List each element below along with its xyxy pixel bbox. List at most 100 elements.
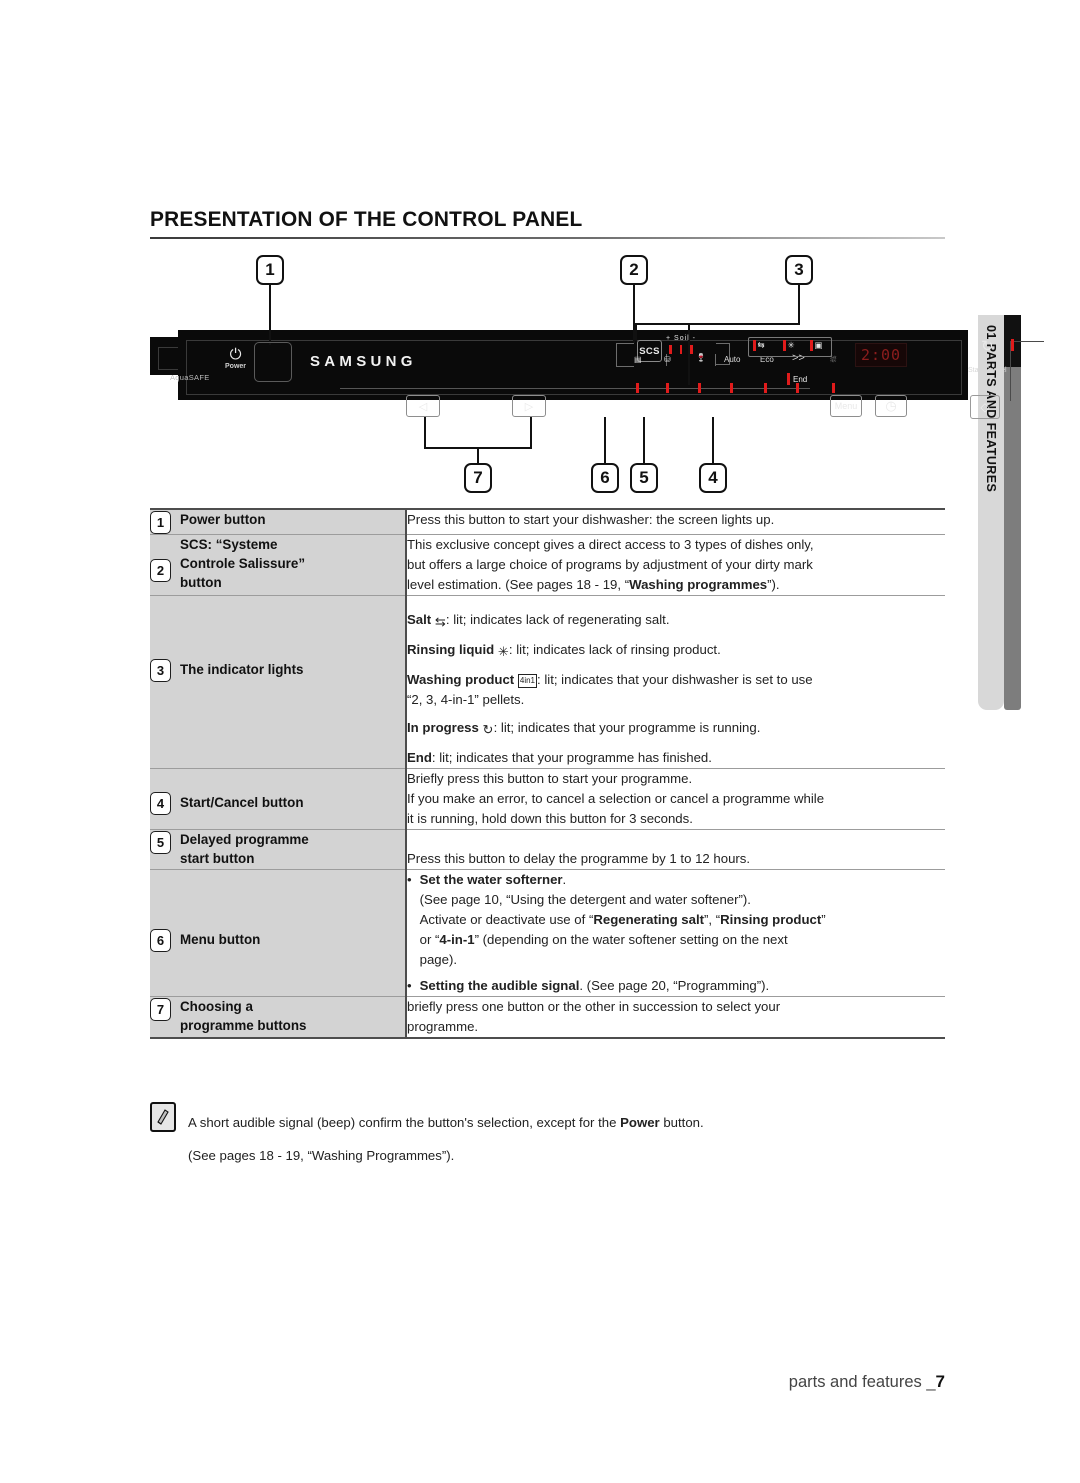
footer-label: parts and features _ <box>788 1373 936 1391</box>
legend-label-cell: 5 Delayed programme start button <box>150 829 407 870</box>
leader-line-5 <box>643 417 645 463</box>
note-icon <box>150 1102 176 1132</box>
leader-line-1 <box>269 285 271 345</box>
start-cancel-label: Start/Cancel <box>968 367 1007 374</box>
desc-emphasis: Salt <box>407 612 432 627</box>
desc-emphasis: End <box>407 750 432 765</box>
desc-line: Set the water softerner. <box>420 870 826 889</box>
table-row: 3 The indicator lights Salt ⇆: lit; indi… <box>150 595 945 769</box>
leader-line-7a <box>424 417 426 447</box>
desc-text: Activate or deactivate use of “ <box>419 912 594 927</box>
delay-start-button[interactable]: ◷ <box>875 395 907 417</box>
row-number-badge: 6 <box>150 929 171 952</box>
row-label-line1: SCS: “Systeme <box>180 537 278 552</box>
row-label: Delayed programme start button <box>180 830 309 868</box>
desc-emphasis: 4-in-1 <box>439 932 475 947</box>
page-header: PRESENTATION OF THE CONTROL PANEL <box>150 208 945 239</box>
row-number-badge: 5 <box>150 831 171 854</box>
note-line-2: (See pages 18 - 19, “Washing Programmes”… <box>188 1148 455 1164</box>
programme-prev-button[interactable]: ◁ <box>406 395 440 417</box>
table-row: 4 Start/Cancel button Briefly press this… <box>150 768 945 830</box>
programme-next-button[interactable]: ▷ <box>512 395 546 417</box>
desc-line: If you make an error, to cancel a select… <box>407 791 825 806</box>
start-cancel-indicator: ↻ Start/Cancel <box>968 337 1014 374</box>
desc-line: Activate or deactivate use of “Regenerat… <box>420 910 826 929</box>
row-number-badge: 4 <box>150 792 171 815</box>
desc-line: but offers a large choice of programs by… <box>407 557 813 572</box>
row-label: Menu button <box>180 932 261 947</box>
note-text: A short audible signal (beep) confirm th… <box>188 1100 704 1179</box>
desc-line: “2, 3, 4-in-1” pellets. <box>407 692 525 707</box>
legend-desc-cell: Salt ⇆: lit; indicates lack of regenerat… <box>406 595 945 769</box>
leader-line-7c <box>477 447 479 463</box>
in-progress-icon: ↻ <box>968 337 1014 355</box>
panel-horizontal-rule <box>340 388 810 389</box>
aquasafe-label: AquaSAFE <box>170 373 210 382</box>
four-in-one-indicator: ▣ <box>810 340 823 351</box>
table-row: 2 SCS: “Systeme Controle Salissure” butt… <box>150 534 945 596</box>
leader-line-7b <box>530 417 532 447</box>
row-number-badge: 3 <box>150 659 171 682</box>
callout-7: 7 <box>464 463 492 493</box>
row-label-line3: button <box>180 575 222 591</box>
row-label-line2: programme buttons <box>180 1018 307 1034</box>
desc-emphasis: Set the water softerner <box>419 872 563 887</box>
power-label: Power <box>225 363 247 370</box>
legend-desc-cell: This exclusive concept gives a direct ac… <box>406 534 945 596</box>
callout-3: 3 <box>785 255 813 285</box>
desc-line: Briefly press this button to start your … <box>407 771 693 786</box>
control-panel-legend-table: 1 Power button Press this button to star… <box>150 508 945 1039</box>
leader-line-3-h <box>635 323 800 325</box>
desc-line: In progress ↻: lit; indicates that your … <box>407 718 945 739</box>
auto-label: Auto <box>724 355 741 364</box>
leader-line-4 <box>712 417 714 463</box>
desc-line: it is running, hold down this button for… <box>407 811 693 826</box>
desc-line: briefly press one button or the other in… <box>407 999 781 1014</box>
desc-line: Press this button to start your dishwash… <box>407 512 775 527</box>
desc-line: page). <box>419 952 458 967</box>
legend-label-cell: 6 Menu button <box>150 869 407 997</box>
four-in-one-icon: 4in1 <box>517 674 537 688</box>
leader-line-3-a <box>635 323 637 341</box>
table-row: 1 Power button Press this button to star… <box>150 508 945 535</box>
desc-text: level estimation. (See pages 18 - 19, “ <box>407 577 630 592</box>
menu-button[interactable]: Menu <box>830 395 862 417</box>
scs-hook-left <box>666 354 716 366</box>
desc-line: programme. <box>407 1019 479 1034</box>
note-pencil-glyph <box>157 1109 169 1125</box>
desc-text: . <box>562 872 567 887</box>
desc-text: : lit; indicates lack of rinsing product… <box>508 642 721 657</box>
table-row: 5 Delayed programme start button Press t… <box>150 829 945 870</box>
end-indicator: End <box>787 373 807 385</box>
legend-desc-cell: • Set the water softerner. (See page 10,… <box>406 869 945 997</box>
bullet-dot: • <box>407 978 412 993</box>
rinse-aid-icon: ✳ <box>497 644 509 659</box>
callout-1: 1 <box>256 255 284 285</box>
power-button[interactable] <box>254 342 292 382</box>
desc-emphasis: Rinsing liquid <box>407 642 495 657</box>
samsung-logo: SAMSUNG <box>310 353 417 370</box>
legend-desc-cell: briefly press one button or the other in… <box>406 996 945 1039</box>
side-tab-text-wrap: 01 PARTS AND FEATURES <box>978 315 1004 710</box>
power-symbol: ⏻ <box>229 346 242 363</box>
scs-bracket <box>616 343 634 367</box>
desc-text: : lit; indicates that your programme has… <box>431 750 712 765</box>
row-number-badge: 2 <box>150 559 171 582</box>
row-label: Power button <box>180 512 266 527</box>
desc-text: ” <box>821 912 826 927</box>
desc-line: level estimation. (See pages 18 - 19, “W… <box>407 575 945 594</box>
desc-text: : lit; indicates that your dishwasher is… <box>537 672 813 687</box>
page-footer: parts and features _7 <box>789 1372 945 1392</box>
row-label-line1: Choosing a <box>180 999 253 1014</box>
desc-text: or “ <box>419 932 440 947</box>
bullet-item: • Setting the audible signal. (See page … <box>407 976 945 996</box>
desc-line: Setting the audible signal. (See page 20… <box>420 976 770 995</box>
row-label-line2: start button <box>180 851 255 867</box>
start-cancel-button[interactable]: ◇ <box>970 395 1000 419</box>
desc-line: This exclusive concept gives a direct ac… <box>407 537 814 552</box>
row-label: SCS: “Systeme Controle Salissure” button <box>180 535 305 592</box>
salt-indicator: ⇆ <box>753 340 765 351</box>
panel-right-corner <box>1010 341 1044 401</box>
soil-level-label: + Soil - <box>666 335 696 342</box>
power-icon: ⏻ Power <box>225 346 247 372</box>
